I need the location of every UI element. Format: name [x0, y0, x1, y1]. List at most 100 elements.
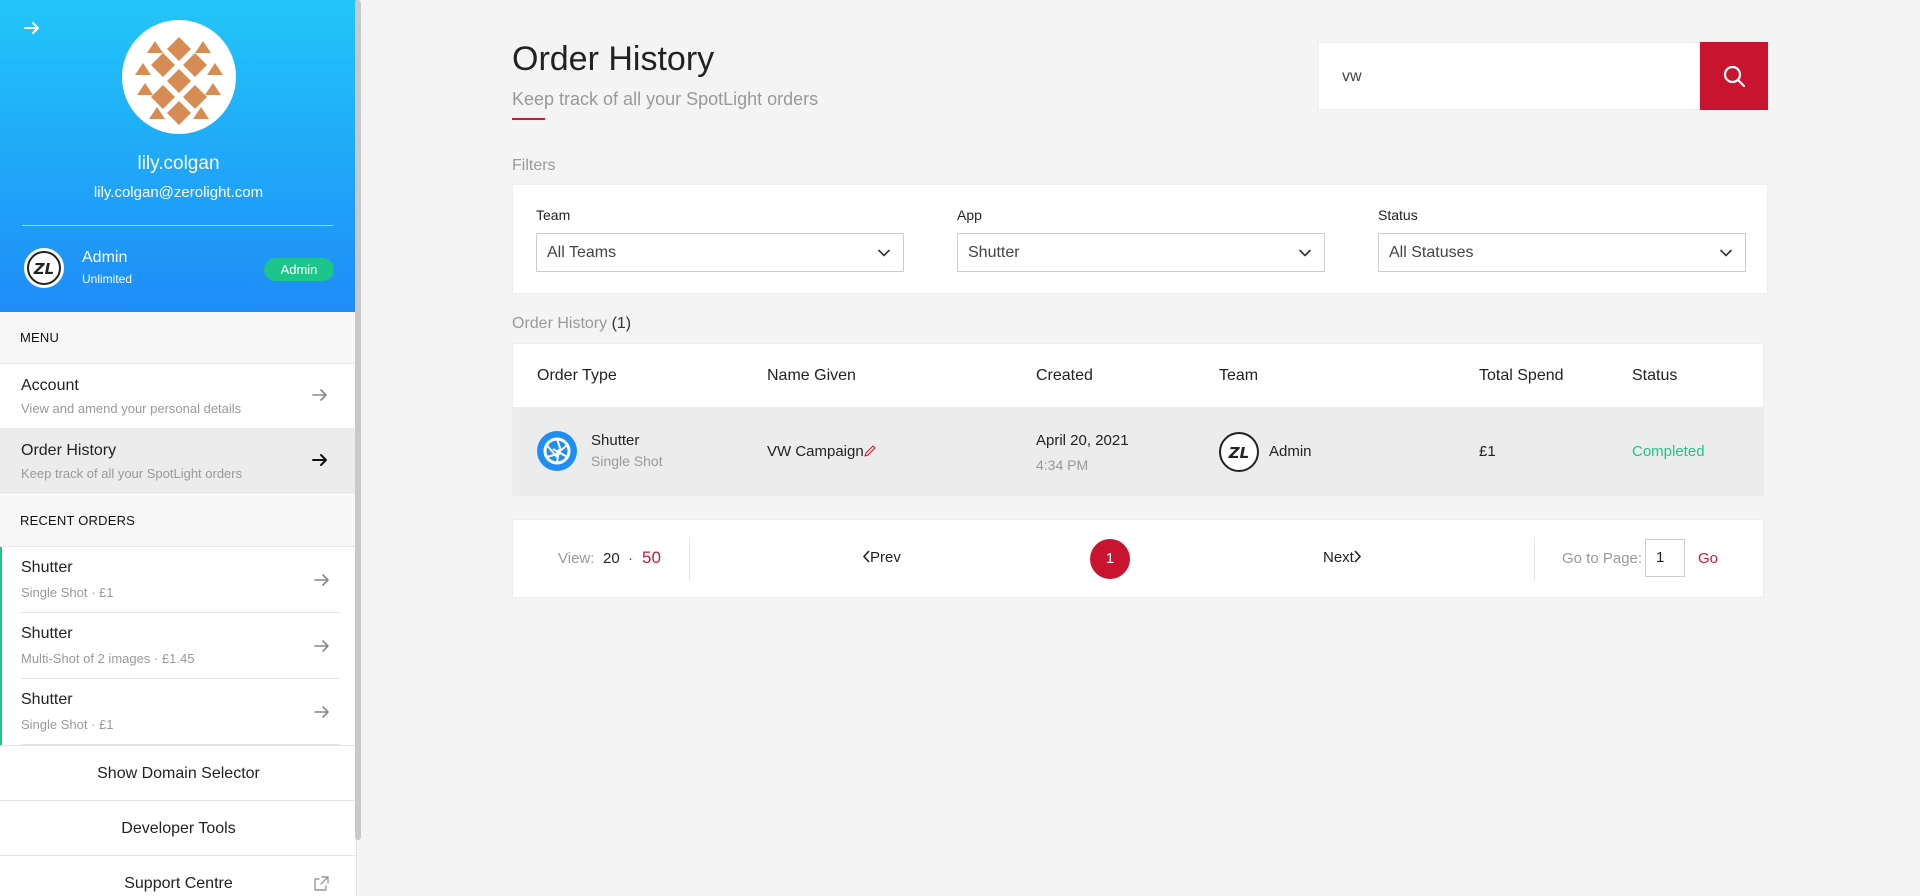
filter-app-label: App: [957, 207, 982, 223]
pagination-divider: [1534, 538, 1535, 580]
created-date: April 20, 2021: [1036, 432, 1129, 449]
search-icon: [1723, 65, 1746, 88]
recent-order-subtitle: Single Shot · £1: [21, 717, 114, 732]
name-given: VW Campaign: [767, 443, 864, 460]
go-button[interactable]: Go: [1698, 550, 1718, 567]
page-size-separator: ·: [628, 550, 633, 567]
column-header-total-spend: Total Spend: [1479, 367, 1564, 384]
next-page-button[interactable]: Next: [1323, 549, 1362, 566]
developer-tools-button[interactable]: Developer Tools: [0, 800, 356, 855]
menu-item-title: Account: [21, 377, 79, 394]
username: lily.colgan: [137, 153, 220, 174]
column-header-team: Team: [1219, 367, 1259, 384]
show-domain-selector-button[interactable]: Show Domain Selector: [0, 745, 356, 800]
column-header-order-type: Order Type: [537, 367, 617, 384]
page-number-current[interactable]: 1: [1090, 539, 1130, 579]
arrow-right-icon: [314, 640, 329, 652]
recent-order-subtitle: Multi-Shot of 2 images · £1.45: [21, 651, 195, 666]
admin-badge: Admin: [264, 258, 334, 281]
sidebar-scrollbar[interactable]: [355, 0, 361, 840]
recent-order-title: Shutter: [21, 559, 73, 576]
support-centre-label: Support Centre: [124, 875, 233, 892]
filter-status-label: Status: [1378, 207, 1418, 223]
menu-item-subtitle: View and amend your personal details: [21, 401, 242, 416]
go-to-page-input[interactable]: 1: [1645, 539, 1685, 577]
arrow-right-icon: [312, 389, 327, 401]
pagination: View: 20 · 50 Prev 1 Next Go to Page: 1 …: [512, 519, 1764, 598]
order-history-label-text: Order History: [512, 315, 608, 332]
page-subtitle: Keep track of all your SpotLight orders: [512, 89, 819, 109]
filter-app-select[interactable]: Shutter: [957, 233, 1325, 272]
user-avatar[interactable]: [122, 20, 236, 134]
page-size-50[interactable]: 50: [642, 548, 661, 568]
page-size-20[interactable]: 20: [603, 550, 620, 567]
prev-label: Prev: [870, 549, 901, 566]
pagination-divider: [689, 538, 690, 580]
order-subtype: Single Shot: [591, 453, 663, 469]
filter-app-value: Shutter: [968, 244, 1020, 261]
menu-item-account[interactable]: Account View and amend your personal det…: [0, 364, 356, 429]
team-logo-icon: ZL: [1219, 432, 1259, 472]
search-button[interactable]: [1700, 42, 1768, 110]
next-label: Next: [1323, 549, 1354, 566]
recent-order-title: Shutter: [21, 625, 73, 642]
column-header-name-given: Name Given: [767, 367, 856, 384]
view-label: View:: [558, 550, 595, 567]
created-time: 4:34 PM: [1036, 457, 1089, 473]
filter-team-select[interactable]: All Teams: [536, 233, 904, 272]
team-logo-text: ZL: [1228, 444, 1249, 462]
orders-table: Order Type Name Given Created Team Total…: [512, 343, 1764, 496]
column-header-created: Created: [1036, 367, 1093, 384]
recent-order-item[interactable]: Shutter Multi-Shot of 2 images · £1.45: [0, 613, 340, 679]
chevron-right-icon: [1354, 550, 1361, 563]
chevron-down-icon: [1720, 249, 1732, 257]
order-history-label: Order History (1): [512, 315, 631, 333]
profile-panel: lily.colgan lily.colgan@zerolight.com ZL…: [0, 0, 356, 312]
menu-item-title: Order History: [21, 442, 117, 459]
team-logo: ZL: [24, 248, 64, 288]
recent-order-item[interactable]: Shutter Single Shot · £1: [0, 679, 340, 745]
menu-header: MENU: [0, 312, 356, 364]
user-email: lily.colgan@zerolight.com: [93, 184, 264, 201]
order-type: Shutter: [591, 432, 640, 449]
profile-divider: [22, 225, 333, 226]
chevron-down-icon: [1299, 249, 1311, 257]
team-name: Admin: [82, 249, 128, 266]
shutter-app-icon: [537, 431, 577, 471]
title-underline: [512, 118, 545, 120]
filter-team-label: Team: [536, 207, 571, 223]
status-badge: Completed: [1632, 443, 1705, 460]
recent-orders-header: RECENT ORDERS: [0, 495, 356, 547]
menu-item-subtitle: Keep track of all your SpotLight orders: [21, 466, 243, 481]
external-link-icon: [314, 876, 329, 891]
chevron-down-icon: [878, 249, 890, 257]
search-input[interactable]: vw: [1318, 42, 1700, 110]
filters-label: Filters: [512, 157, 556, 174]
arrow-right-icon: [312, 454, 327, 466]
total-spend: £1: [1479, 443, 1496, 460]
filter-team-value: All Teams: [547, 244, 617, 261]
sidebar: lily.colgan lily.colgan@zerolight.com ZL…: [0, 0, 357, 896]
go-to-page-label: Go to Page:: [1562, 550, 1643, 567]
recent-order-subtitle: Single Shot · £1: [21, 585, 114, 600]
recent-order-item[interactable]: Shutter Single Shot · £1: [0, 547, 340, 613]
pencil-edit-icon[interactable]: [863, 444, 877, 458]
team-name: Admin: [1269, 443, 1312, 460]
prev-page-button[interactable]: Prev: [862, 549, 901, 566]
team-logo-text: ZL: [33, 260, 54, 278]
arrow-right-icon: [314, 706, 329, 718]
recent-order-title: Shutter: [21, 691, 73, 708]
chevron-left-icon: [862, 550, 870, 563]
filters-panel: Team All Teams App Shutter Status All St…: [512, 184, 1768, 294]
arrow-right-icon: [314, 574, 329, 586]
column-header-status: Status: [1632, 367, 1678, 384]
filter-status-select[interactable]: All Statuses: [1378, 233, 1746, 272]
menu-item-order-history[interactable]: Order History Keep track of all your Spo…: [0, 429, 356, 494]
page-title: Order History: [512, 40, 715, 78]
filter-status-value: All Statuses: [1389, 244, 1474, 261]
collapse-arrow-icon[interactable]: [22, 18, 42, 38]
order-count: (1): [611, 315, 632, 332]
support-centre-button[interactable]: Support Centre: [0, 855, 356, 896]
table-row[interactable]: Shutter Single Shot VW Campaign April 20…: [513, 407, 1763, 496]
team-plan: Unlimited: [82, 272, 133, 286]
